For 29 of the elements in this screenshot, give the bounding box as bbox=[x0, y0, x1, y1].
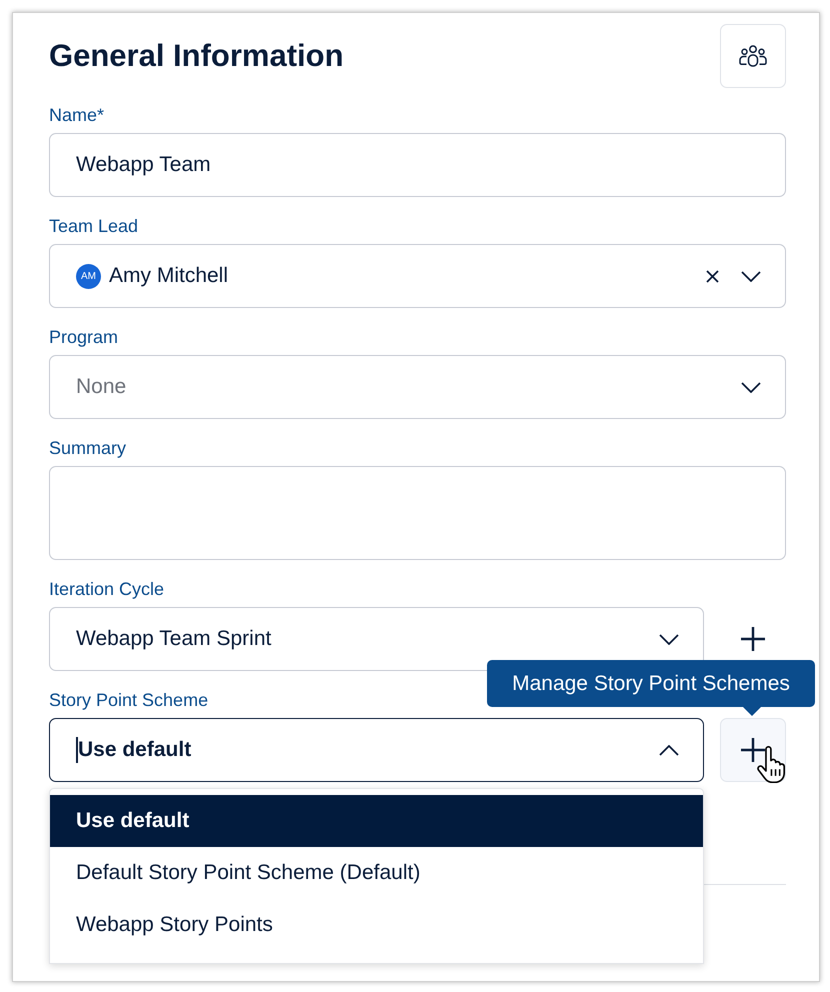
select-field[interactable]: None bbox=[49, 355, 786, 419]
field-label: Iteration Cycle bbox=[49, 578, 166, 600]
field-label: Summary bbox=[49, 437, 128, 459]
select-field[interactable]: Use default bbox=[49, 718, 704, 782]
chevron-down-icon[interactable] bbox=[741, 382, 761, 392]
chevron-up-icon[interactable] bbox=[659, 744, 679, 756]
clear-icon[interactable] bbox=[706, 270, 719, 282]
plus-icon bbox=[741, 738, 765, 762]
add-button[interactable] bbox=[739, 625, 767, 653]
text-caret bbox=[76, 737, 78, 763]
tooltip: Manage Story Point Schemes bbox=[487, 660, 815, 707]
field-label: Team Lead bbox=[49, 215, 140, 237]
people-icon bbox=[738, 45, 768, 67]
text-field[interactable]: Webapp Team bbox=[49, 133, 786, 197]
select-field[interactable]: Webapp Team Sprint bbox=[49, 607, 704, 671]
section-title: General Information bbox=[49, 37, 344, 75]
dropdown-option[interactable]: Use default bbox=[50, 795, 703, 847]
avatar: AM bbox=[76, 264, 101, 288]
dropdown-option[interactable]: Webapp Story Points bbox=[50, 899, 703, 951]
team-button[interactable] bbox=[720, 24, 786, 88]
field-label: Program bbox=[49, 326, 120, 348]
field-label: Name* bbox=[49, 104, 106, 126]
select-field[interactable]: AM Amy Mitchell bbox=[49, 244, 786, 308]
dropdown-option[interactable]: Default Story Point Scheme (Default) bbox=[50, 847, 703, 899]
tooltip-pointer-icon bbox=[743, 707, 761, 716]
plus-icon bbox=[741, 627, 765, 651]
chevron-down-icon[interactable] bbox=[741, 270, 761, 282]
field-label: Story Point Scheme bbox=[49, 689, 210, 711]
chevron-down-icon[interactable] bbox=[659, 634, 679, 644]
